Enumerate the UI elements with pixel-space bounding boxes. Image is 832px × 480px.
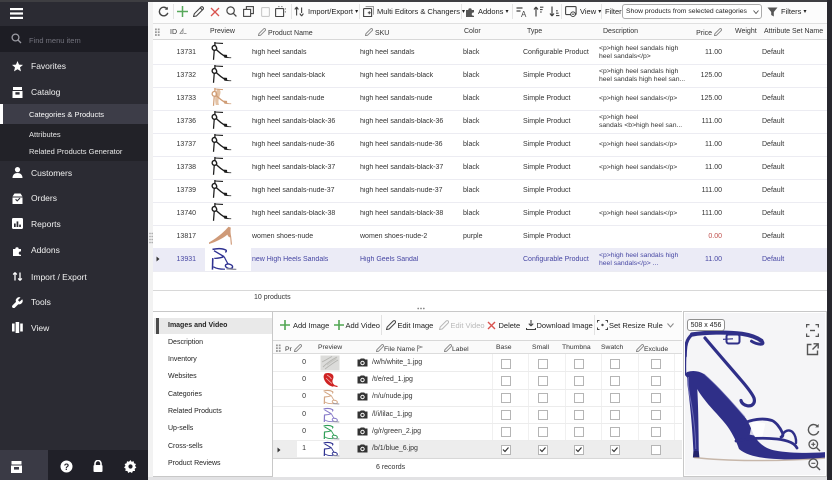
svg-text:A: A <box>521 10 527 17</box>
svg-text:?: ? <box>64 462 70 472</box>
